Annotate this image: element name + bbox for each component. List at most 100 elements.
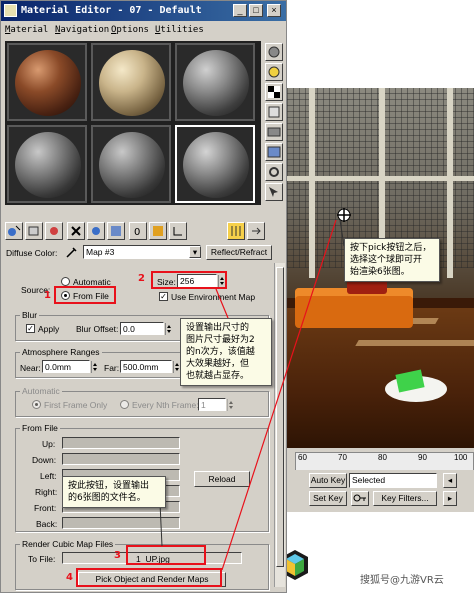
reflect-refract-button[interactable]: Reflect/Refract — [206, 245, 272, 260]
select-by-material-button[interactable] — [265, 183, 283, 201]
size-callout: 设置输出尺寸的 图片尺寸最好为2 的n次方，该值越 大效果越好，但 也就越占显存… — [180, 318, 272, 386]
show-end-result-button[interactable] — [169, 222, 187, 240]
pick-cursor-icon — [337, 208, 351, 222]
selection-set-dropdown[interactable]: Selected — [349, 473, 437, 488]
use-environment-map-checkbox[interactable]: ✓ — [159, 292, 168, 301]
sample-slot-selected[interactable] — [175, 125, 255, 203]
scroll-thumb[interactable] — [276, 267, 284, 567]
tiling-button[interactable] — [265, 103, 283, 121]
background-button[interactable] — [265, 83, 283, 101]
menu-utilities[interactable]: Utilities — [155, 25, 204, 35]
title-bar[interactable]: Material Editor - 07 - Default _ □ × — [1, 1, 286, 21]
close-button[interactable]: × — [267, 4, 281, 17]
pick-button-highlight — [76, 568, 222, 587]
set-key-button[interactable]: Set Key — [309, 491, 347, 506]
options-icon — [269, 167, 279, 177]
parent-icon — [231, 226, 241, 236]
back-label: Back: — [36, 519, 58, 529]
every-nth-field[interactable]: 1 — [198, 398, 226, 411]
key-filters-button[interactable]: Key Filters... — [373, 491, 437, 506]
show-map-icon — [153, 226, 163, 236]
apply-label: Apply — [38, 324, 60, 334]
near-spinner[interactable] — [91, 361, 98, 373]
menu-bar: Material Navigation Options Utilities — [1, 22, 286, 38]
menu-options[interactable]: Options — [111, 25, 149, 35]
every-nth-label: Every Nth Frame: — [132, 400, 199, 410]
window-transom — [287, 176, 474, 181]
menu-navigation[interactable]: Navigation — [55, 25, 109, 35]
annotation-number-2: 2 — [138, 273, 145, 284]
automatic-radio[interactable] — [61, 277, 70, 286]
unique-icon — [92, 227, 100, 235]
default-sphere — [15, 132, 81, 198]
options-button[interactable] — [265, 163, 283, 181]
put-to-library-button[interactable] — [107, 222, 125, 240]
assign-material-button[interactable] — [45, 222, 63, 240]
timeline-tick: 100 — [454, 453, 468, 462]
sample-type-button[interactable] — [265, 43, 283, 61]
sample-slots — [5, 41, 261, 205]
play-prev-button[interactable]: ◂ — [443, 473, 457, 488]
minimize-button[interactable]: _ — [233, 4, 247, 17]
make-preview-button[interactable] — [265, 143, 283, 161]
every-nth-spinner[interactable] — [227, 399, 234, 411]
panel-scrollbar[interactable] — [274, 263, 285, 587]
auto-key-button[interactable]: Auto Key — [309, 473, 347, 488]
window-mullion — [447, 88, 453, 278]
sphere-icon — [268, 46, 280, 58]
blur-offset-spinner[interactable] — [165, 323, 172, 335]
apply-blur-checkbox[interactable]: ✓ — [26, 324, 35, 333]
video-check-button[interactable] — [265, 123, 283, 141]
sample-slot[interactable] — [91, 125, 171, 203]
show-map-button[interactable] — [149, 222, 167, 240]
key-icon-button[interactable] — [351, 491, 369, 506]
annotation-number-3: 3 — [114, 550, 121, 561]
put-to-scene-button[interactable] — [25, 222, 43, 240]
sample-slot[interactable] — [7, 125, 87, 203]
far-field[interactable]: 500.0mm — [120, 360, 172, 373]
near-field[interactable]: 0.0mm — [42, 360, 90, 373]
blur-offset-field[interactable]: 0.0 — [120, 322, 164, 335]
reload-button[interactable]: Reload — [194, 471, 250, 487]
diffuse-color-label: Diffuse Color: — [6, 248, 58, 258]
first-frame-label: First Frame Only — [44, 400, 108, 410]
from-file-highlight — [54, 286, 116, 304]
up-label: Up: — [42, 439, 56, 449]
get-material-button[interactable] — [5, 222, 23, 240]
menu-material[interactable]: Material — [5, 25, 48, 35]
automatic-group: Automatic First Frame Only Every Nth Fra… — [15, 386, 269, 417]
make-unique-button[interactable] — [87, 222, 105, 240]
sample-slot[interactable] — [7, 43, 87, 121]
timeline-track[interactable]: 60 70 80 90 100 — [295, 452, 474, 472]
svg-text:0: 0 — [134, 227, 140, 238]
down-label: Down: — [32, 455, 57, 465]
map-dropdown-arrow[interactable]: ▾ — [189, 246, 201, 258]
environment-map-label: Use Environment Map — [171, 292, 256, 302]
sample-slot[interactable] — [175, 43, 255, 121]
down-map-slot[interactable] — [62, 453, 180, 465]
eyedropper-icon[interactable] — [65, 245, 79, 259]
back-map-slot[interactable] — [62, 517, 180, 529]
left-label: Left: — [40, 471, 57, 481]
near-label: Near: — [20, 363, 41, 373]
every-nth-radio[interactable] — [120, 400, 129, 409]
timeline-tick: 70 — [338, 453, 347, 462]
map-name-field[interactable]: Map #3 — [83, 245, 201, 259]
render-cubic-group-title: Render Cubic Map Files — [20, 539, 116, 549]
checker-icon — [268, 86, 280, 98]
time-config-button[interactable]: ▸ — [443, 491, 457, 506]
maximize-button[interactable]: □ — [249, 4, 263, 17]
first-frame-radio[interactable] — [32, 400, 41, 409]
go-forward-sibling-button[interactable] — [247, 222, 265, 240]
front-label: Front: — [34, 503, 57, 513]
far-spinner[interactable] — [173, 361, 180, 373]
up-map-slot[interactable] — [62, 437, 180, 449]
select-icon — [269, 187, 278, 197]
go-to-parent-button[interactable] — [227, 222, 245, 240]
sample-slot[interactable] — [91, 43, 171, 121]
preview-icon — [267, 146, 281, 158]
backlight-button[interactable] — [265, 63, 283, 81]
material-id-button[interactable]: 0 — [129, 222, 147, 240]
from-file-group-title: From File — [20, 423, 60, 433]
reset-map-button[interactable] — [67, 222, 85, 240]
